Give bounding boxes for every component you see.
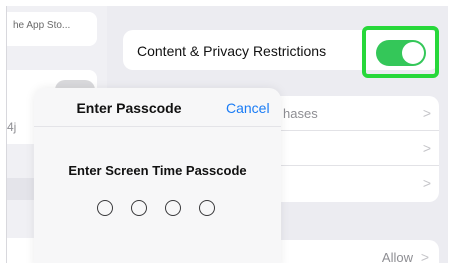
sidebar-code-text: 4j <box>7 120 17 134</box>
chevron-right-icon: > <box>422 105 431 121</box>
sidebar-app-store-label: he App Sto... <box>13 20 71 31</box>
content-privacy-toggle[interactable] <box>376 40 426 66</box>
passcode-digit-dot <box>165 200 181 216</box>
chevron-right-icon: > <box>420 249 429 263</box>
cancel-button[interactable]: Cancel <box>226 100 270 116</box>
chevron-right-icon: > <box>422 140 431 156</box>
toggle-knob <box>402 42 424 64</box>
passcode-digit-dot <box>97 200 113 216</box>
dialog-title: Enter Passcode <box>76 100 182 116</box>
allow-value: Allow <box>381 250 413 263</box>
passcode-dialog: Enter Passcode Cancel Enter Screen Time … <box>34 88 281 263</box>
dialog-divider <box>34 126 281 127</box>
passcode-digit-dot <box>131 200 147 216</box>
chevron-right-icon: > <box>422 175 431 191</box>
sidebar-app-store-item[interactable]: he App Sto... <box>7 12 97 46</box>
content-privacy-label: Content & Privacy Restrictions <box>137 43 327 59</box>
list-item-label: hases <box>283 106 318 121</box>
toggle-highlight-box <box>362 26 439 78</box>
passcode-entry-field[interactable] <box>97 200 217 218</box>
settings-window: he App Sto... 4j Content & Privacy Restr… <box>6 6 448 263</box>
passcode-prompt: Enter Screen Time Passcode <box>68 163 247 178</box>
passcode-digit-dot <box>199 200 215 216</box>
